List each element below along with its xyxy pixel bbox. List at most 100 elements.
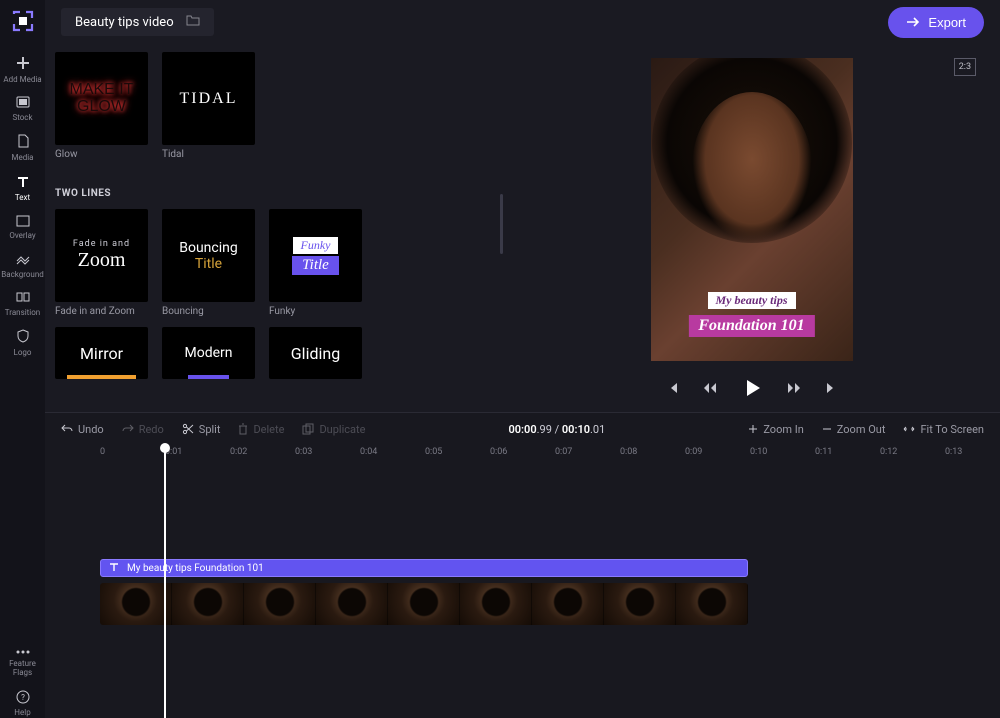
plus-icon	[748, 424, 758, 434]
text-preset-gliding[interactable]: Gliding	[269, 327, 362, 379]
nav-stock[interactable]: Stock	[0, 88, 45, 126]
left-sidebar: Add Media Stock Media Text Overlay Backg…	[0, 0, 45, 718]
ruler-tick: 0:13	[945, 447, 962, 457]
ruler-tick: 0:05	[425, 447, 442, 457]
skip-end-icon[interactable]	[825, 382, 837, 394]
video-frame-thumb	[316, 583, 388, 625]
asset-label: Glow	[55, 149, 148, 160]
title-overlay-line1[interactable]: My beauty tips	[708, 292, 796, 309]
text-preset-modern[interactable]: Modern	[162, 327, 255, 379]
nav-feature-flags[interactable]: Feature Flags	[0, 639, 45, 682]
undo-button[interactable]: Undo	[61, 423, 104, 436]
section-header-two-lines: TWO LINES	[55, 188, 493, 199]
svg-text:?: ?	[21, 693, 25, 702]
aspect-ratio-chip[interactable]: 2:3	[954, 58, 976, 76]
video-canvas[interactable]: My beauty tips Foundation 101	[651, 58, 853, 361]
ruler-tick: 0:04	[360, 447, 377, 457]
plus-icon	[0, 56, 45, 73]
timeline: Undo Redo Split Delete Duplicate 00:00.9…	[45, 412, 1000, 718]
text-preset-glow[interactable]: MAKE ITGLOW Glow	[55, 52, 148, 160]
delete-button[interactable]: Delete	[238, 423, 284, 436]
video-frame-thumb	[244, 583, 316, 625]
dots-icon	[0, 647, 45, 657]
fit-icon	[903, 424, 915, 434]
text-clip[interactable]: My beauty tips Foundation 101	[100, 559, 748, 577]
redo-icon	[122, 424, 134, 434]
ruler-tick: 0:12	[880, 447, 897, 457]
ruler-tick: 0:10	[750, 447, 767, 457]
zoom-in-button[interactable]: Zoom In	[748, 423, 803, 436]
nav-transition[interactable]: Transition	[0, 283, 45, 321]
rewind-icon[interactable]	[703, 382, 717, 394]
ruler-tick: 0:09	[685, 447, 702, 457]
skip-start-icon[interactable]	[667, 382, 679, 394]
text-icon	[109, 562, 119, 575]
title-overlay-line2[interactable]: Foundation 101	[688, 315, 814, 337]
text-asset-panel: MAKE ITGLOW Glow TIDAL Tidal TWO LINES F…	[45, 44, 503, 412]
ruler-tick: 0:07	[555, 447, 572, 457]
text-preset-funky[interactable]: FunkyTitle Funky	[269, 209, 362, 317]
split-button[interactable]: Split	[182, 423, 221, 436]
fit-to-screen-button[interactable]: Fit To Screen	[903, 423, 984, 436]
video-frame-thumb	[676, 583, 748, 625]
asset-label: Funky	[269, 306, 362, 317]
nav-label: Background	[1, 270, 44, 279]
asset-label: Fade in and Zoom	[55, 306, 148, 317]
nav-add-media[interactable]: Add Media	[0, 48, 45, 88]
ruler-tick: 0:11	[815, 447, 832, 457]
project-title[interactable]: Beauty tips video	[61, 8, 214, 36]
video-frame-thumb	[172, 583, 244, 625]
scissors-icon	[182, 423, 194, 435]
topbar: Beauty tips video Export	[45, 0, 1000, 44]
timeline-time-display: 00:00.99 / 00:10.01	[508, 423, 605, 436]
timeline-ruler[interactable]: 00:010:020:030:040:050:060:070:080:090:1…	[45, 445, 1000, 465]
nav-label: Logo	[14, 348, 32, 357]
undo-icon	[61, 424, 73, 434]
shield-icon	[0, 329, 45, 346]
transition-icon	[0, 291, 45, 306]
timeline-tracks[interactable]: My beauty tips Foundation 101	[45, 465, 1000, 718]
nav-overlay[interactable]: Overlay	[0, 207, 45, 245]
text-preset-bouncing[interactable]: BouncingTitle Bouncing	[162, 209, 255, 317]
nav-label: Text	[15, 193, 30, 202]
nav-media[interactable]: Media	[0, 126, 45, 166]
app-logo	[10, 8, 36, 34]
media-icon	[0, 134, 45, 151]
timeline-toolbar: Undo Redo Split Delete Duplicate 00:00.9…	[45, 413, 1000, 445]
nav-background[interactable]: Background	[0, 245, 45, 283]
export-button[interactable]: Export	[888, 7, 984, 38]
duplicate-button[interactable]: Duplicate	[302, 423, 365, 436]
ruler-tick: 0:03	[295, 447, 312, 457]
preview-panel: 2:3 My beauty tips Foundation 101	[503, 44, 1000, 412]
zoom-out-button[interactable]: Zoom Out	[822, 423, 886, 436]
duplicate-icon	[302, 423, 314, 435]
overlay-icon	[0, 215, 45, 230]
video-frame-thumb	[100, 583, 172, 625]
project-title-text: Beauty tips video	[75, 15, 174, 30]
redo-button[interactable]: Redo	[122, 423, 164, 436]
play-icon[interactable]	[741, 377, 763, 399]
ruler-tick: 0:02	[230, 447, 247, 457]
text-preset-fadezoom[interactable]: Fade in andZoom Fade in and Zoom	[55, 209, 148, 317]
folder-icon[interactable]	[186, 14, 200, 30]
minus-icon	[822, 424, 832, 434]
trash-icon	[238, 423, 248, 435]
video-frame-thumb	[532, 583, 604, 625]
nav-help[interactable]: ? Help	[0, 682, 45, 718]
nav-text[interactable]: Text	[0, 167, 45, 207]
nav-label: Feature Flags	[9, 659, 36, 678]
nav-label: Help	[14, 708, 30, 717]
forward-icon[interactable]	[787, 382, 801, 394]
nav-label: Overlay	[9, 231, 35, 240]
text-preset-mirror[interactable]: Mirror	[55, 327, 148, 379]
playhead[interactable]	[164, 444, 166, 718]
video-frame-thumb	[604, 583, 676, 625]
nav-logo[interactable]: Logo	[0, 321, 45, 361]
nav-label: Stock	[12, 113, 32, 122]
text-clip-label: My beauty tips Foundation 101	[127, 563, 264, 574]
ruler-tick: 0:06	[490, 447, 507, 457]
video-clip[interactable]	[100, 583, 748, 625]
video-frame-thumb	[388, 583, 460, 625]
text-preset-tidal[interactable]: TIDAL Tidal	[162, 52, 255, 160]
asset-label: Tidal	[162, 149, 255, 160]
